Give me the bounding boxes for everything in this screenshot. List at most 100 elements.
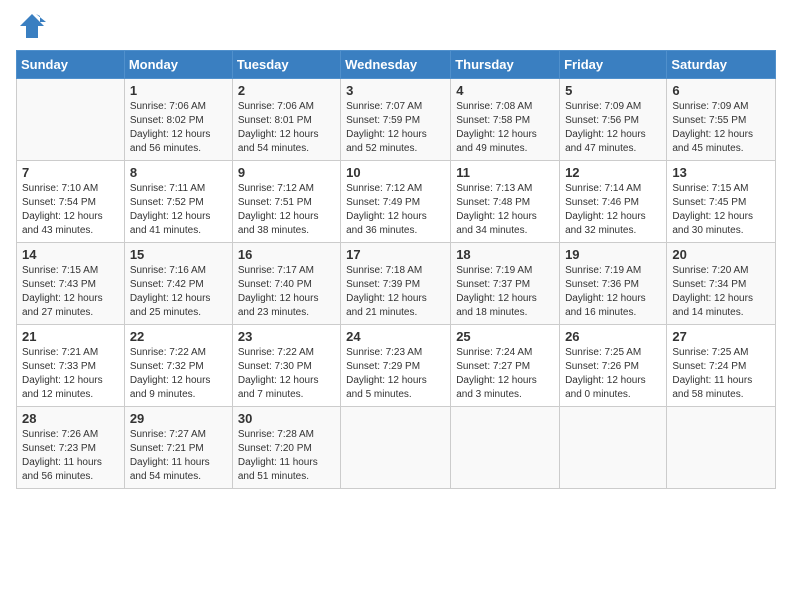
day-number: 19 [565,247,661,262]
calendar-table: SundayMondayTuesdayWednesdayThursdayFrid… [16,50,776,489]
calendar-cell: 24 Sunrise: 7:23 AM Sunset: 7:29 PM Dayli… [341,325,451,407]
week-row-3: 14 Sunrise: 7:15 AM Sunset: 7:43 PM Dayli… [17,243,776,325]
calendar-cell: 12 Sunrise: 7:14 AM Sunset: 7:46 PM Dayli… [560,161,667,243]
calendar-cell: 10 Sunrise: 7:12 AM Sunset: 7:49 PM Dayli… [341,161,451,243]
day-number: 15 [130,247,227,262]
day-number: 20 [672,247,770,262]
day-number: 14 [22,247,119,262]
day-number: 27 [672,329,770,344]
week-row-5: 28 Sunrise: 7:26 AM Sunset: 7:23 PM Dayli… [17,407,776,489]
day-number: 29 [130,411,227,426]
day-info: Sunrise: 7:21 AM Sunset: 7:33 PM Dayligh… [22,346,119,402]
day-number: 16 [238,247,335,262]
day-info: Sunrise: 7:11 AM Sunset: 7:52 PM Dayligh… [130,182,227,238]
day-info: Sunrise: 7:06 AM Sunset: 8:02 PM Dayligh… [130,100,227,156]
day-info: Sunrise: 7:06 AM Sunset: 8:01 PM Dayligh… [238,100,335,156]
day-number: 28 [22,411,119,426]
week-row-1: 1Sunrise: 7:06 AM Sunset: 8:02 PM Daylig… [17,79,776,161]
day-header-sunday: Sunday [17,51,125,79]
calendar-cell: 17 Sunrise: 7:18 AM Sunset: 7:39 PM Dayli… [341,243,451,325]
calendar-cell: 9Sunrise: 7:12 AM Sunset: 7:51 PM Daylig… [232,161,340,243]
calendar-cell: 13 Sunrise: 7:15 AM Sunset: 7:45 PM Dayli… [667,161,776,243]
calendar-cell: 2 Sunrise: 7:06 AM Sunset: 8:01 PM Daylig… [232,79,340,161]
day-number: 25 [456,329,554,344]
day-header-wednesday: Wednesday [341,51,451,79]
calendar-cell [341,407,451,489]
calendar-cell [560,407,667,489]
day-info: Sunrise: 7:22 AM Sunset: 7:32 PM Dayligh… [130,346,227,402]
day-info: Sunrise: 7:15 AM Sunset: 7:45 PM Dayligh… [672,182,770,238]
day-info: Sunrise: 7:19 AM Sunset: 7:37 PM Dayligh… [456,264,554,320]
day-number: 13 [672,165,770,180]
day-number: 9 [238,165,335,180]
day-header-tuesday: Tuesday [232,51,340,79]
calendar-cell: 16 Sunrise: 7:17 AM Sunset: 7:40 PM Dayli… [232,243,340,325]
day-number: 23 [238,329,335,344]
calendar-cell: 25 Sunrise: 7:24 AM Sunset: 7:27 PM Dayli… [451,325,560,407]
day-info: Sunrise: 7:07 AM Sunset: 7:59 PM Dayligh… [346,100,445,156]
day-info: Sunrise: 7:28 AM Sunset: 7:20 PM Dayligh… [238,428,335,484]
calendar-cell: 22 Sunrise: 7:22 AM Sunset: 7:32 PM Dayli… [124,325,232,407]
calendar-cell: 5Sunrise: 7:09 AM Sunset: 7:56 PM Daylig… [560,79,667,161]
day-header-thursday: Thursday [451,51,560,79]
week-row-2: 7 Sunrise: 7:10 AM Sunset: 7:54 PM Daylig… [17,161,776,243]
day-number: 26 [565,329,661,344]
day-info: Sunrise: 7:12 AM Sunset: 7:49 PM Dayligh… [346,182,445,238]
day-number: 18 [456,247,554,262]
calendar-cell: 11Sunrise: 7:13 AM Sunset: 7:48 PM Dayli… [451,161,560,243]
calendar-cell: 19 Sunrise: 7:19 AM Sunset: 7:36 PM Dayli… [560,243,667,325]
day-info: Sunrise: 7:26 AM Sunset: 7:23 PM Dayligh… [22,428,119,484]
calendar-cell: 21 Sunrise: 7:21 AM Sunset: 7:33 PM Dayli… [17,325,125,407]
week-row-4: 21 Sunrise: 7:21 AM Sunset: 7:33 PM Dayli… [17,325,776,407]
day-info: Sunrise: 7:23 AM Sunset: 7:29 PM Dayligh… [346,346,445,402]
day-info: Sunrise: 7:15 AM Sunset: 7:43 PM Dayligh… [22,264,119,320]
day-info: Sunrise: 7:17 AM Sunset: 7:40 PM Dayligh… [238,264,335,320]
day-header-saturday: Saturday [667,51,776,79]
calendar-cell: 6Sunrise: 7:09 AM Sunset: 7:55 PM Daylig… [667,79,776,161]
day-number: 30 [238,411,335,426]
calendar-cell: 27 Sunrise: 7:25 AM Sunset: 7:24 PM Dayli… [667,325,776,407]
day-header-friday: Friday [560,51,667,79]
day-number: 21 [22,329,119,344]
day-number: 11 [456,165,554,180]
day-info: Sunrise: 7:09 AM Sunset: 7:55 PM Dayligh… [672,100,770,156]
calendar-cell: 26 Sunrise: 7:25 AM Sunset: 7:26 PM Dayli… [560,325,667,407]
calendar-cell: 1Sunrise: 7:06 AM Sunset: 8:02 PM Daylig… [124,79,232,161]
calendar-cell: 23Sunrise: 7:22 AM Sunset: 7:30 PM Dayli… [232,325,340,407]
day-info: Sunrise: 7:19 AM Sunset: 7:36 PM Dayligh… [565,264,661,320]
day-info: Sunrise: 7:27 AM Sunset: 7:21 PM Dayligh… [130,428,227,484]
day-info: Sunrise: 7:25 AM Sunset: 7:26 PM Dayligh… [565,346,661,402]
calendar-header-row: SundayMondayTuesdayWednesdayThursdayFrid… [17,51,776,79]
calendar-cell: 3 Sunrise: 7:07 AM Sunset: 7:59 PM Daylig… [341,79,451,161]
day-number: 3 [346,83,445,98]
calendar-cell [17,79,125,161]
day-number: 4 [456,83,554,98]
calendar-cell [451,407,560,489]
day-info: Sunrise: 7:25 AM Sunset: 7:24 PM Dayligh… [672,346,770,402]
calendar-cell: 28 Sunrise: 7:26 AM Sunset: 7:23 PM Dayli… [17,407,125,489]
day-number: 12 [565,165,661,180]
calendar-cell: 18 Sunrise: 7:19 AM Sunset: 7:37 PM Dayli… [451,243,560,325]
calendar-cell: 4 Sunrise: 7:08 AM Sunset: 7:58 PM Daylig… [451,79,560,161]
day-info: Sunrise: 7:10 AM Sunset: 7:54 PM Dayligh… [22,182,119,238]
day-info: Sunrise: 7:24 AM Sunset: 7:27 PM Dayligh… [456,346,554,402]
day-info: Sunrise: 7:16 AM Sunset: 7:42 PM Dayligh… [130,264,227,320]
day-number: 7 [22,165,119,180]
day-info: Sunrise: 7:08 AM Sunset: 7:58 PM Dayligh… [456,100,554,156]
day-number: 10 [346,165,445,180]
day-number: 22 [130,329,227,344]
day-info: Sunrise: 7:18 AM Sunset: 7:39 PM Dayligh… [346,264,445,320]
day-number: 2 [238,83,335,98]
logo-icon [18,12,46,40]
day-number: 8 [130,165,227,180]
day-info: Sunrise: 7:09 AM Sunset: 7:56 PM Dayligh… [565,100,661,156]
calendar-cell: 14 Sunrise: 7:15 AM Sunset: 7:43 PM Dayli… [17,243,125,325]
logo [16,16,46,40]
day-info: Sunrise: 7:14 AM Sunset: 7:46 PM Dayligh… [565,182,661,238]
day-number: 17 [346,247,445,262]
calendar-cell: 15 Sunrise: 7:16 AM Sunset: 7:42 PM Dayli… [124,243,232,325]
calendar-cell: 20Sunrise: 7:20 AM Sunset: 7:34 PM Dayli… [667,243,776,325]
calendar-cell: 7 Sunrise: 7:10 AM Sunset: 7:54 PM Daylig… [17,161,125,243]
day-number: 24 [346,329,445,344]
calendar-cell: 29 Sunrise: 7:27 AM Sunset: 7:21 PM Dayli… [124,407,232,489]
